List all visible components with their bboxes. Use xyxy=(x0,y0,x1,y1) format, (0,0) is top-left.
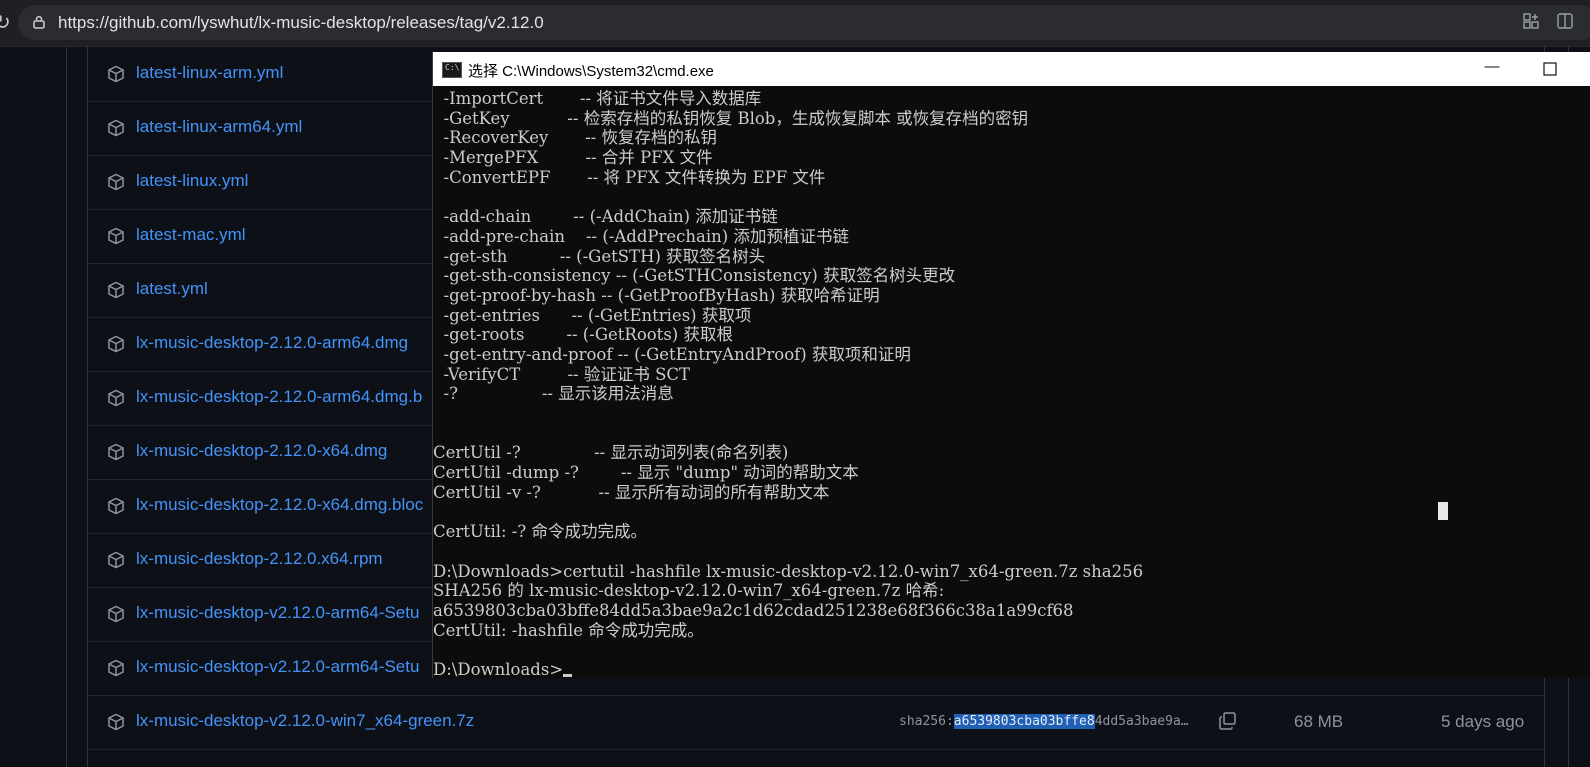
package-icon xyxy=(108,335,124,353)
cmd-output-line: -VerifyCT -- 验证证书 SCT xyxy=(433,364,691,384)
cmd-output[interactable]: -ImportCert -- 将证书文件导入数据库 -GetKey -- 检索存… xyxy=(433,89,1590,678)
url-text[interactable]: https://github.com/lyswhut/lx-music-desk… xyxy=(58,13,544,33)
package-icon xyxy=(108,605,124,623)
cmd-output-line xyxy=(433,640,1590,660)
cmd-output-line: D:\Downloads>certutil -hashfile lx-music… xyxy=(433,561,1144,581)
package-icon xyxy=(108,65,124,83)
asset-link[interactable]: lx-music-desktop-2.12.0.x64.rpm xyxy=(136,549,383,569)
cmd-output-line: -MergePFX -- 合并 PFX 文件 xyxy=(433,148,713,168)
asset-link[interactable]: lx-music-desktop-v2.12.0-arm64-Setu xyxy=(136,657,419,677)
cmd-output-line: CertUtil: -? 命令成功完成。 xyxy=(433,522,647,542)
sha256-prefix: sha256: xyxy=(899,714,954,729)
browser-toolbar: ↻ https://github.com/lyswhut/lx-music-de… xyxy=(0,0,1590,47)
cmd-output-line: -RecoverKey -- 恢复存档的私钥 xyxy=(433,128,717,148)
cmd-prompt: D:\Downloads> xyxy=(433,659,564,678)
divider xyxy=(66,47,67,767)
package-icon xyxy=(108,227,124,245)
cmd-app-icon: C:\ xyxy=(442,62,462,78)
sha256-digest[interactable]: sha256:a6539803cba03bffe84dd5a3bae9a… xyxy=(899,714,1189,729)
cmd-output-line: -add-pre-chain -- (-AddPrechain) 添加预植证书链 xyxy=(433,226,849,246)
package-icon xyxy=(108,659,124,677)
package-icon xyxy=(108,173,124,191)
cmd-output-line: -get-sth-consistency -- (-GetSTHConsiste… xyxy=(433,266,956,286)
maximize-button[interactable] xyxy=(1527,52,1573,86)
asset-link[interactable]: lx-music-desktop-v2.12.0-arm64-Setu xyxy=(136,603,419,623)
asset-link[interactable]: lx-music-desktop-v2.12.0-win7_x64-green.… xyxy=(136,711,474,731)
asset-link[interactable]: latest-linux-arm.yml xyxy=(136,63,283,83)
cmd-window[interactable]: C:\ 选择 C:\Windows\System32\cmd.exe — -Im… xyxy=(432,52,1590,678)
package-icon xyxy=(108,119,124,137)
cmd-output-line xyxy=(433,404,1590,424)
asset-row: lx-music-desktop-v2.12.0-win7_x64-green.… xyxy=(88,695,1544,750)
cmd-output-line: CertUtil -v -? -- 显示所有动词的所有帮助文本 xyxy=(433,482,830,502)
cmd-output-line: CertUtil -? -- 显示动词列表(命名列表) xyxy=(433,443,789,463)
text-cursor-icon xyxy=(1438,502,1448,520)
cmd-output-line: -ConvertEPF -- 将 PFX 文件转换为 EPF 文件 xyxy=(433,167,826,187)
asset-link[interactable]: latest-linux-arm64.yml xyxy=(136,117,302,137)
cmd-output-line xyxy=(433,187,1590,207)
cmd-output-line: CertUtil: -hashfile 命令成功完成。 xyxy=(433,620,704,640)
cmd-output-line xyxy=(433,542,1590,562)
cmd-output-line: CertUtil -dump -? -- 显示 "dump" 动词的帮助文本 xyxy=(433,463,859,483)
cmd-output-line: -ImportCert -- 将证书文件导入数据库 xyxy=(433,89,762,108)
package-icon xyxy=(108,497,124,515)
cmd-output-line: a6539803cba03bffe84dd5a3bae9a2c1d62cdad2… xyxy=(433,600,1074,620)
asset-link[interactable]: lx-music-desktop-2.12.0-arm64.dmg xyxy=(136,333,408,353)
package-icon xyxy=(108,281,124,299)
package-icon xyxy=(108,713,124,731)
cmd-output-line xyxy=(433,502,1590,522)
cmd-output-line: -? -- 显示该用法消息 xyxy=(433,384,674,404)
maximize-icon xyxy=(1543,62,1557,76)
cmd-output-line xyxy=(433,424,1590,444)
asset-link[interactable]: lx-music-desktop-2.12.0-arm64.dmg.b xyxy=(136,387,422,407)
minimize-button[interactable]: — xyxy=(1469,52,1515,86)
extensions-icon[interactable] xyxy=(1522,12,1540,30)
cmd-output-line: -get-sth -- (-GetSTH) 获取签名树头 xyxy=(433,246,766,266)
asset-link[interactable]: lx-music-desktop-2.12.0-x64.dmg.bloc xyxy=(136,495,423,515)
asset-date: 5 days ago xyxy=(1441,712,1525,731)
cmd-output-line: -add-chain -- (-AddChain) 添加证书链 xyxy=(433,207,778,227)
terminal-cursor xyxy=(563,673,573,677)
cmd-output-line: SHA256 的 lx-music-desktop-v2.12.0-win7_x… xyxy=(433,581,945,601)
cmd-prompt-line[interactable]: D:\Downloads> xyxy=(433,660,1590,678)
cmd-title: 选择 C:\Windows\System32\cmd.exe xyxy=(468,63,714,80)
lock-icon[interactable] xyxy=(32,15,46,29)
package-icon xyxy=(108,443,124,461)
package-icon xyxy=(108,551,124,569)
reload-icon[interactable]: ↻ xyxy=(0,10,11,35)
asset-link[interactable]: latest.yml xyxy=(136,279,208,299)
package-icon xyxy=(108,389,124,407)
cmd-output-line: -get-entry-and-proof -- (-GetEntryAndPro… xyxy=(433,344,911,364)
copy-icon[interactable] xyxy=(1218,711,1238,731)
cmd-titlebar[interactable]: C:\ 选择 C:\Windows\System32\cmd.exe — xyxy=(433,52,1590,86)
minimize-icon: — xyxy=(1484,58,1500,75)
sha256-selected-text[interactable]: a6539803cba03bffe8 xyxy=(953,714,1095,729)
address-bar[interactable]: https://github.com/lyswhut/lx-music-desk… xyxy=(18,5,1590,40)
cmd-output-line: -get-entries -- (-GetEntries) 获取项 xyxy=(433,305,752,325)
asset-link[interactable]: lx-music-desktop-2.12.0-x64.dmg xyxy=(136,441,387,461)
asset-size: 68 MB xyxy=(1294,712,1344,731)
split-view-icon[interactable] xyxy=(1556,12,1574,30)
asset-link[interactable]: latest-linux.yml xyxy=(136,171,248,191)
sha256-rest[interactable]: 4dd5a3bae9a… xyxy=(1095,714,1189,729)
asset-link[interactable]: latest-mac.yml xyxy=(136,225,246,245)
cmd-output-line: -get-roots -- (-GetRoots) 获取根 xyxy=(433,325,733,345)
cmd-output-line: -get-proof-by-hash -- (-GetProofByHash) … xyxy=(433,285,880,305)
cmd-output-line: -GetKey -- 检索存档的私钥恢复 Blob，生成恢复脚本 或恢复存档的密… xyxy=(433,108,1029,128)
